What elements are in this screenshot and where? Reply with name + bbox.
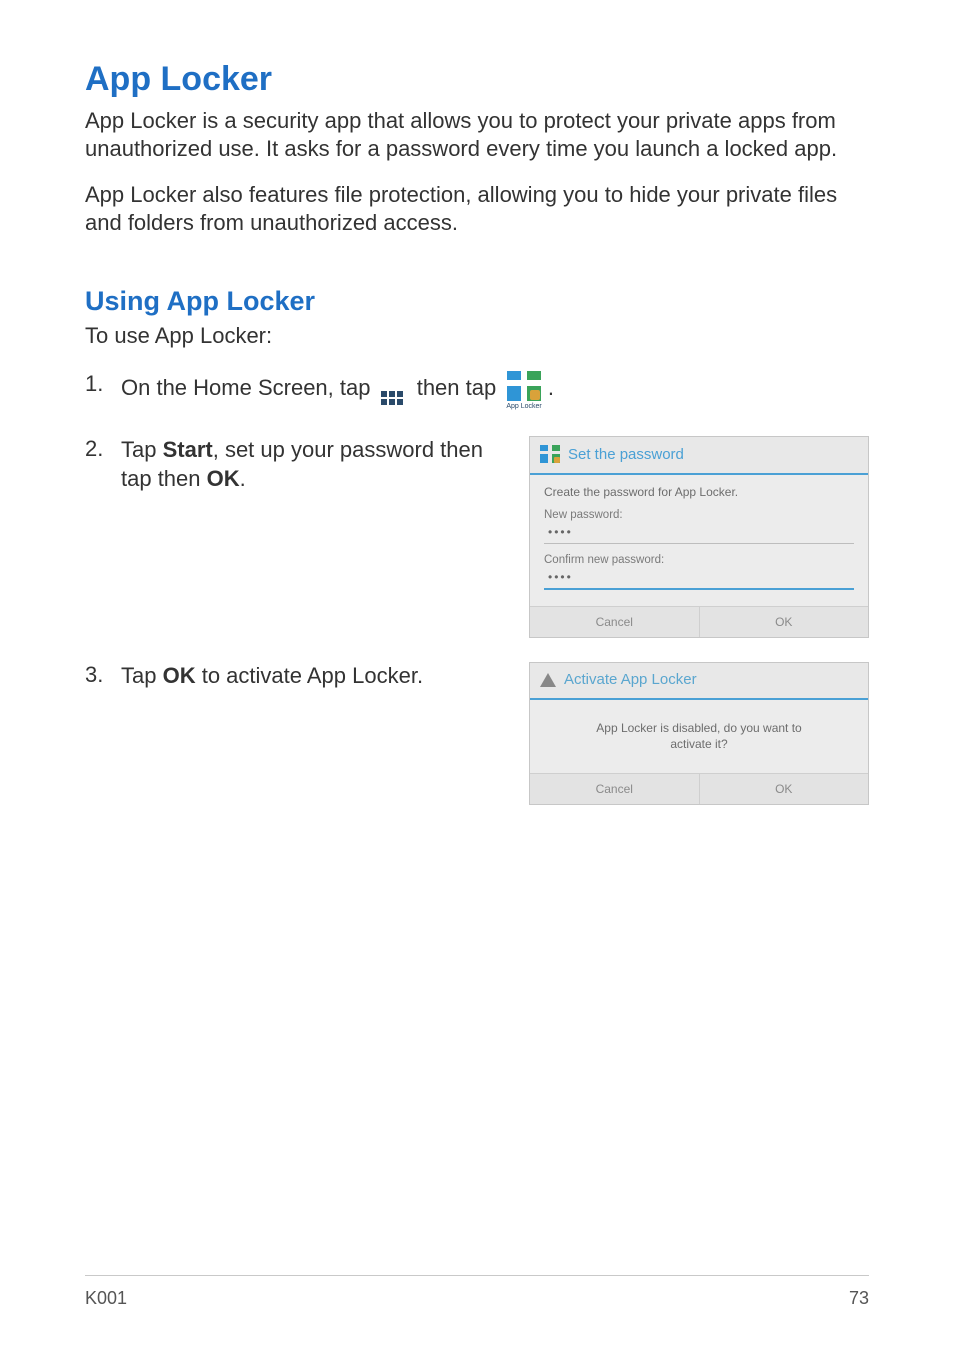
step2-start-bold: Start [163, 437, 213, 462]
new-password-field[interactable]: •••• [544, 523, 854, 544]
footer-model: K001 [85, 1288, 127, 1309]
intro-paragraph-2: App Locker also features file protection… [85, 181, 869, 237]
dialog1-title: Set the password [568, 446, 684, 463]
step-2: Tap Start, set up your password then tap… [85, 436, 869, 638]
section-heading: Using App Locker [85, 286, 869, 317]
dialog2-message: App Locker is disabled, do you want to a… [530, 700, 868, 772]
dialog1-instruction: Create the password for App Locker. [544, 485, 854, 499]
apps-drawer-icon [381, 388, 407, 408]
confirm-password-label: Confirm new password: [544, 554, 854, 566]
step1-text-a: On the Home Screen, tap [121, 375, 377, 400]
step1-text-b: then tap [417, 375, 503, 400]
step3-text-a: Tap [121, 663, 163, 688]
dialog2-title: Activate App Locker [564, 671, 697, 688]
set-password-dialog: Set the password Create the password for… [529, 436, 869, 638]
intro-paragraph-1: App Locker is a security app that allows… [85, 107, 869, 163]
activate-dialog: Activate App Locker App Locker is disabl… [529, 662, 869, 804]
dialog2-header: Activate App Locker [530, 663, 868, 700]
app-locker-icon: App Locker [506, 371, 541, 413]
section-lead: To use App Locker: [85, 323, 869, 349]
step-1: On the Home Screen, tap then tap App Loc… [85, 371, 869, 413]
step2-text-a: Tap [121, 437, 163, 462]
page-title: App Locker [85, 60, 869, 99]
dialog1-ok-button[interactable]: OK [700, 607, 869, 637]
dialog1-cancel-button[interactable]: Cancel [530, 607, 700, 637]
step2-text-c: . [240, 466, 246, 491]
confirm-password-field[interactable]: •••• [544, 568, 854, 590]
footer-page-number: 73 [849, 1288, 869, 1309]
warning-icon [540, 673, 556, 687]
dialog1-header: Set the password [530, 437, 868, 475]
dialog2-ok-button[interactable]: OK [700, 774, 869, 804]
step3-text-b: to activate App Locker. [196, 663, 423, 688]
new-password-label: New password: [544, 509, 854, 521]
app-locker-mini-icon [540, 445, 560, 463]
step2-ok-bold: OK [207, 466, 240, 491]
step-3: Tap OK to activate App Locker. Activate … [85, 662, 869, 804]
dialog2-cancel-button[interactable]: Cancel [530, 774, 700, 804]
step3-ok-bold: OK [163, 663, 196, 688]
page-footer: K001 73 [85, 1275, 869, 1309]
app-locker-icon-caption: App Locker [506, 402, 541, 413]
step1-text-c: . [548, 375, 554, 400]
